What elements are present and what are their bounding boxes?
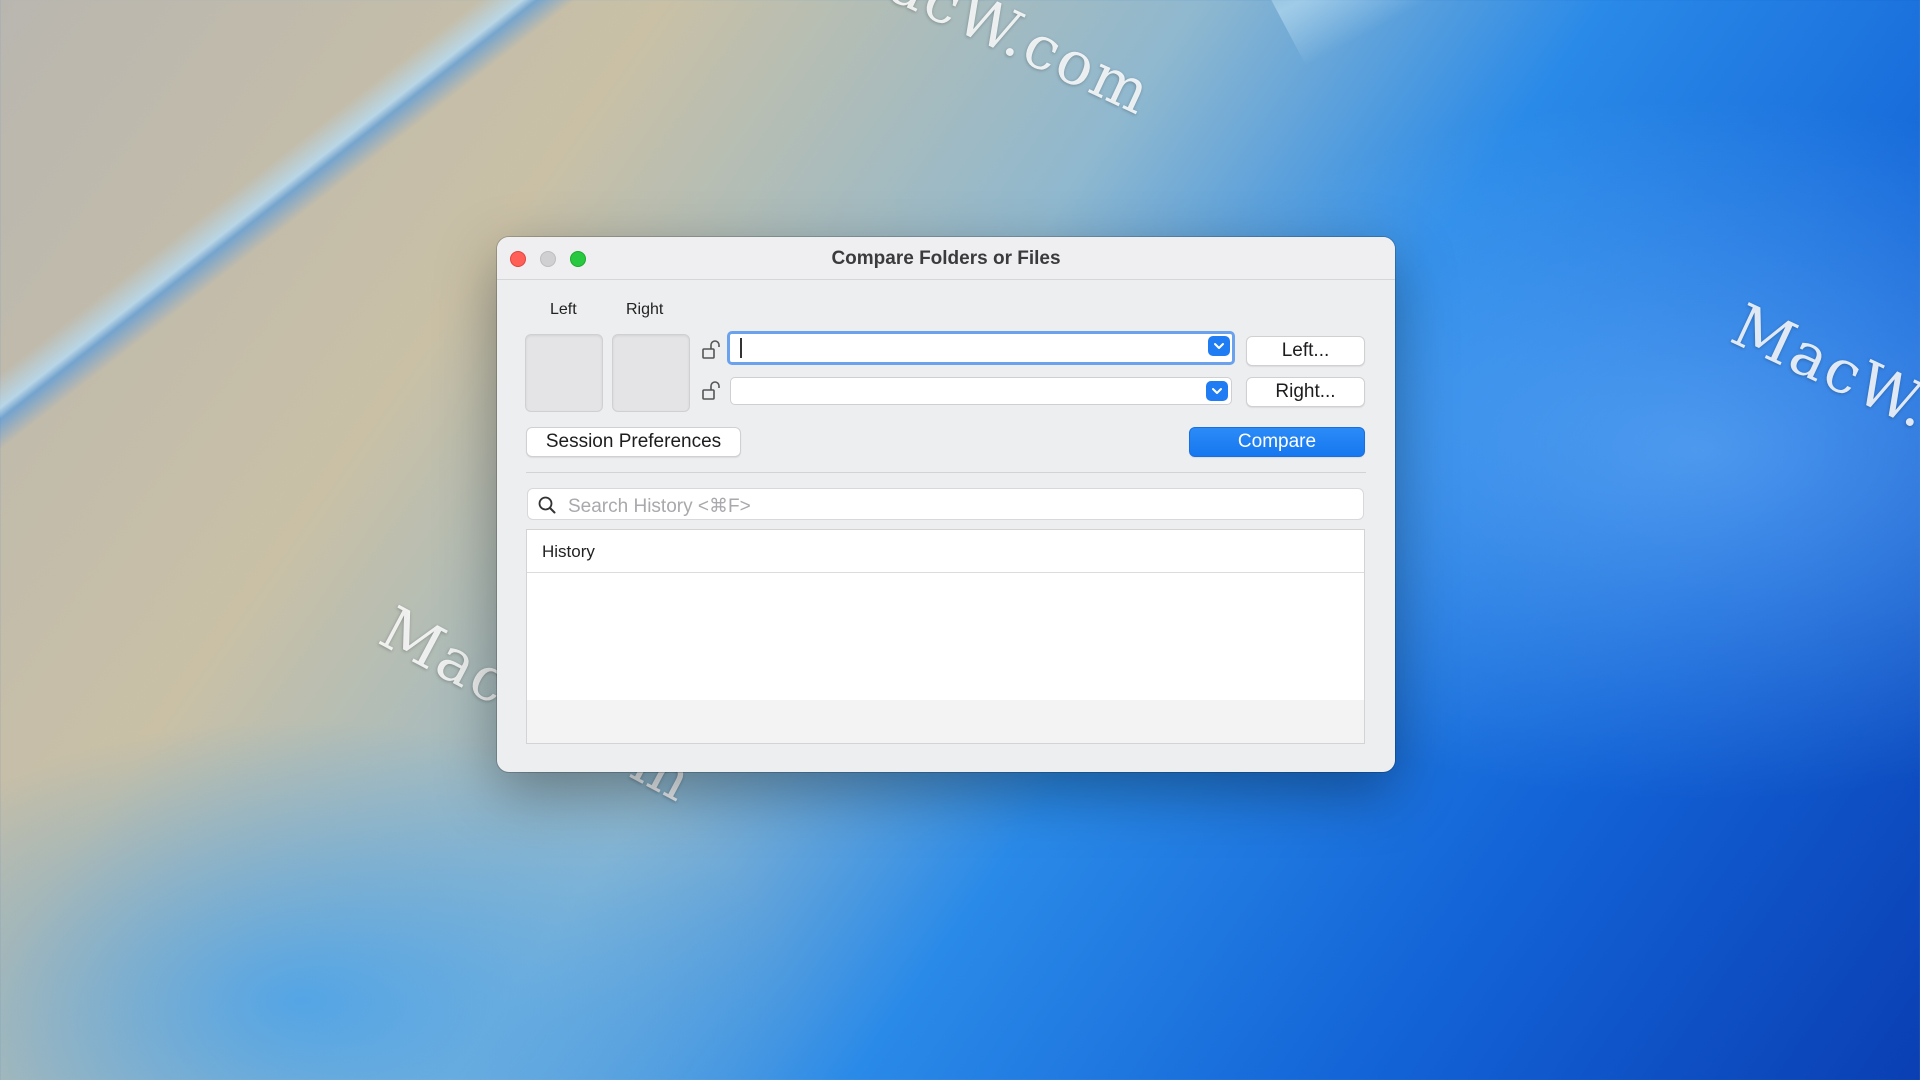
search-icon	[538, 496, 556, 519]
left-unlock-icon[interactable]	[702, 339, 722, 361]
history-table[interactable]: History	[526, 529, 1365, 744]
compare-button[interactable]: Compare	[1189, 427, 1365, 457]
right-path-combobox[interactable]	[730, 377, 1232, 405]
history-column-header[interactable]: History	[527, 530, 1364, 573]
right-drop-well[interactable]	[612, 334, 690, 412]
right-path-dropdown-button[interactable]	[1206, 381, 1228, 401]
history-column-label: History	[542, 542, 595, 561]
left-label: Left	[550, 301, 577, 318]
left-path-dropdown-button[interactable]	[1208, 336, 1230, 356]
watermark: MacW.com	[821, 0, 1163, 130]
left-path-combobox[interactable]	[727, 331, 1235, 365]
title-bar: Compare Folders or Files	[497, 237, 1395, 280]
wallpaper-streak	[1250, 0, 1920, 66]
left-drop-well[interactable]	[525, 334, 603, 412]
search-placeholder: Search History <⌘F>	[568, 496, 751, 517]
chevron-down-icon	[1212, 388, 1222, 394]
window-title: Compare Folders or Files	[831, 248, 1061, 269]
right-unlock-icon[interactable]	[702, 380, 722, 402]
watermark: MacW.com	[1721, 290, 1920, 500]
chevron-down-icon	[1214, 343, 1224, 349]
right-label: Right	[626, 301, 664, 318]
compare-window: Compare Folders or Files Left Right Left…	[497, 237, 1395, 772]
search-history-field[interactable]: Search History <⌘F>	[527, 488, 1364, 520]
choose-left-button[interactable]: Left...	[1246, 336, 1365, 366]
history-table-footer	[527, 700, 1364, 743]
choose-right-button[interactable]: Right...	[1246, 377, 1365, 407]
session-preferences-button[interactable]: Session Preferences	[526, 427, 741, 457]
divider	[526, 472, 1366, 473]
text-caret	[740, 338, 742, 358]
